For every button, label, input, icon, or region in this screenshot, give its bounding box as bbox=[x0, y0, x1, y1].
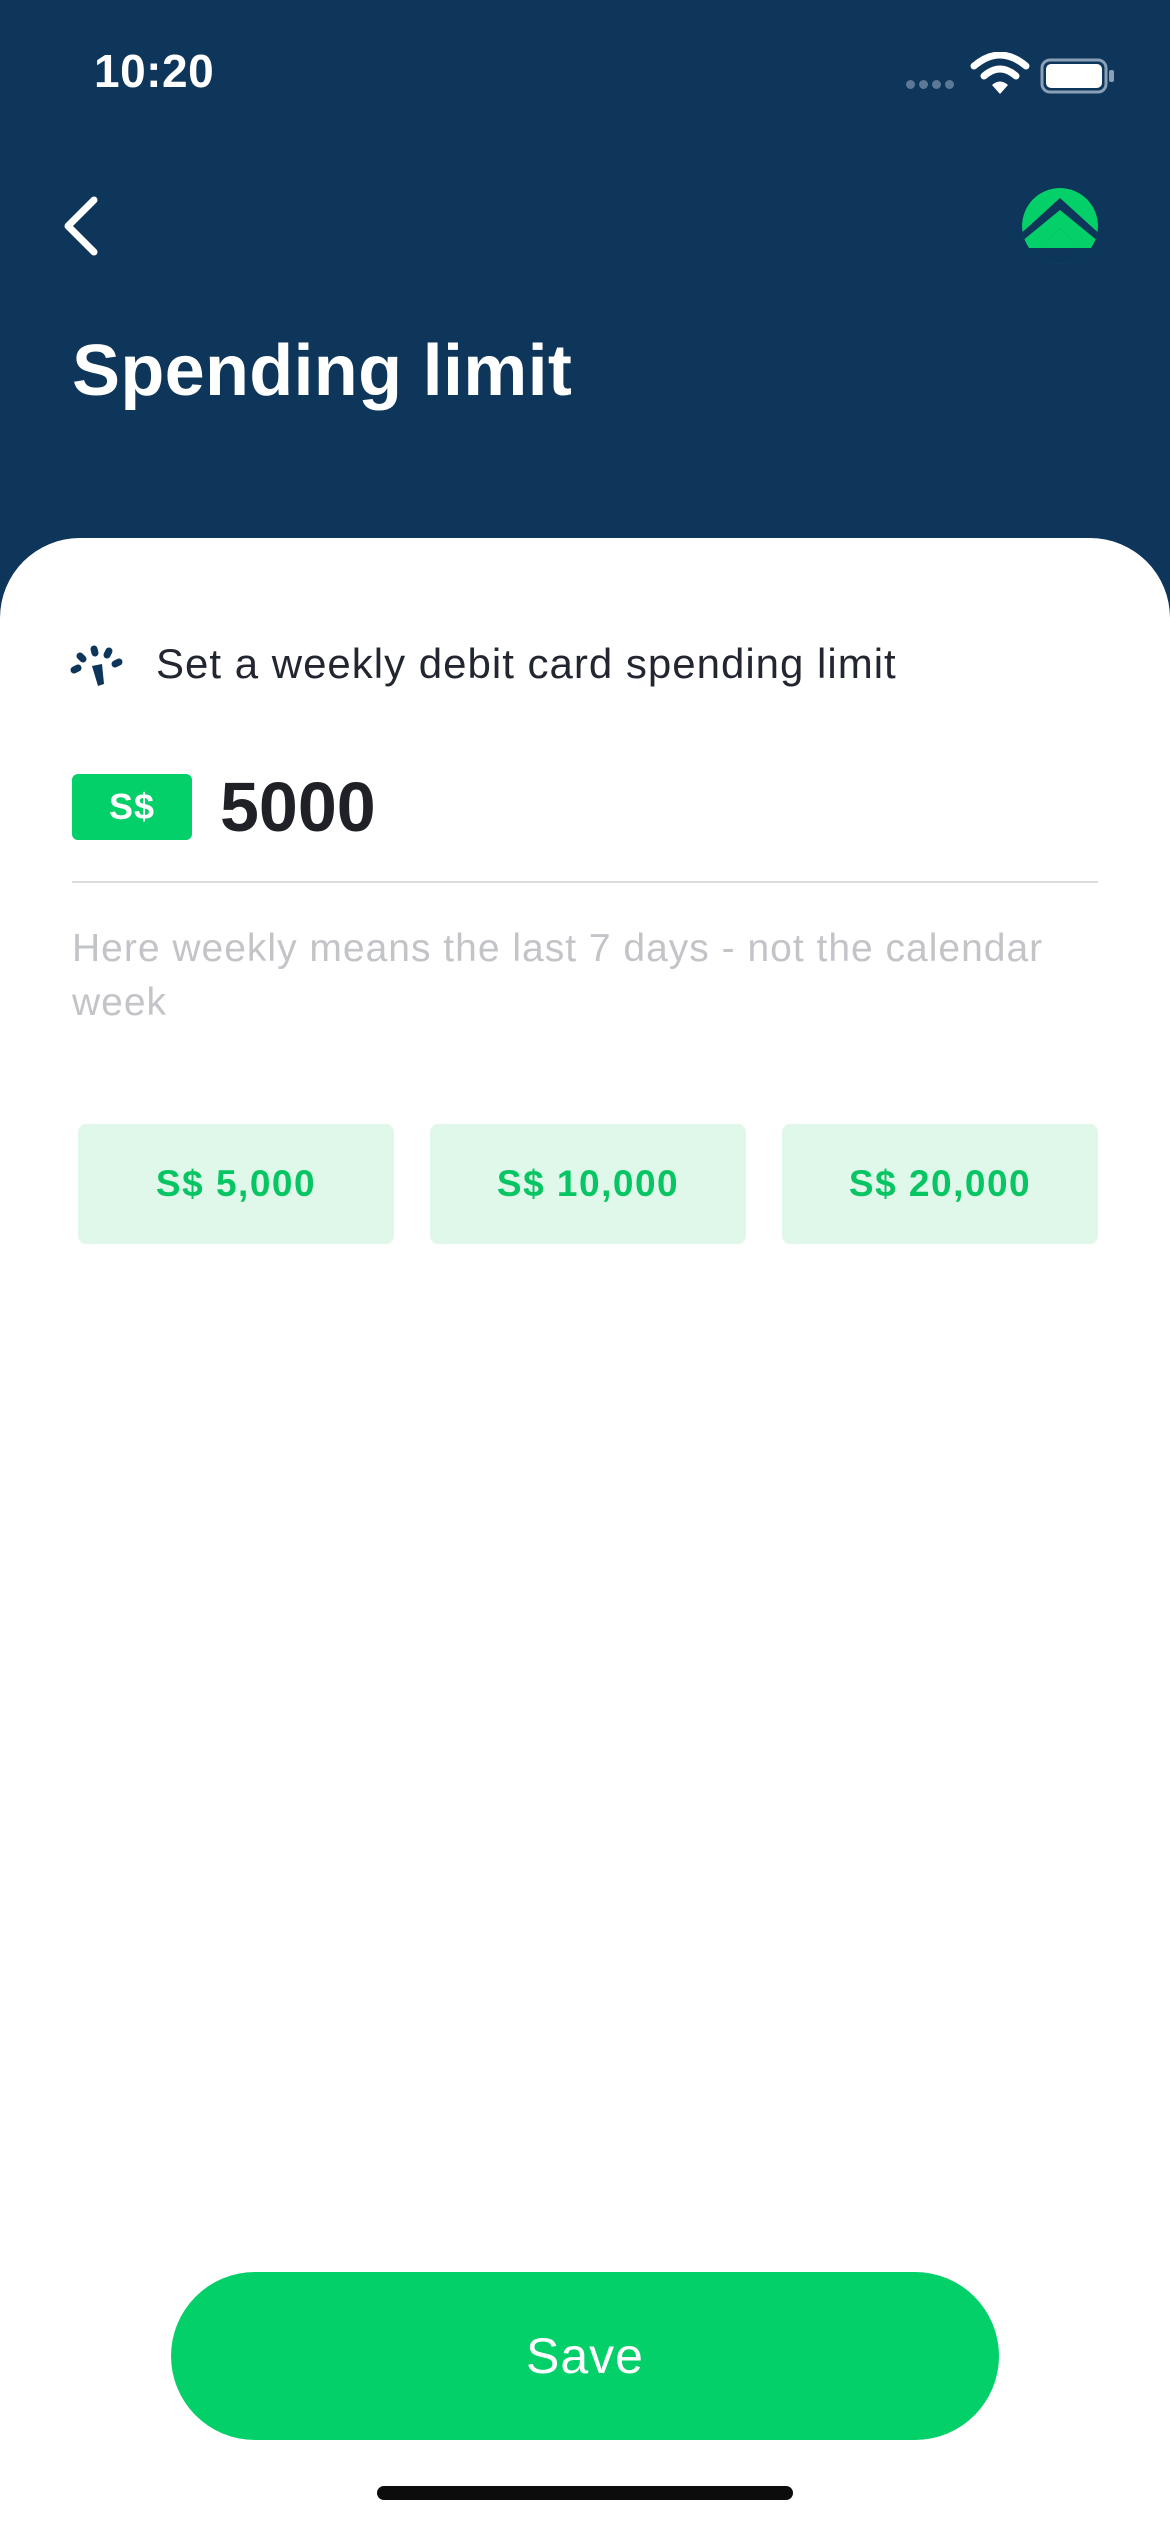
preset-10000-button[interactable]: S$ 10,000 bbox=[430, 1124, 746, 1244]
home-indicator bbox=[377, 2486, 793, 2500]
page-title: Spending limit bbox=[72, 331, 573, 411]
currency-badge: S$ bbox=[72, 774, 192, 840]
gauge-icon bbox=[70, 645, 123, 686]
input-divider bbox=[72, 881, 1098, 883]
battery-icon bbox=[1040, 58, 1114, 94]
preset-5000-button[interactable]: S$ 5,000 bbox=[78, 1124, 394, 1244]
wifi-icon bbox=[970, 52, 1030, 94]
chevron-left-icon[interactable] bbox=[54, 190, 110, 262]
signal-dots-icon bbox=[906, 80, 954, 89]
app-logo-icon bbox=[1022, 188, 1098, 264]
limit-section-label: Set a weekly debit card spending limit bbox=[156, 640, 897, 687]
status-time: 10:20 bbox=[94, 45, 215, 97]
preset-20000-button[interactable]: S$ 20,000 bbox=[782, 1124, 1098, 1244]
limit-amount-input[interactable] bbox=[220, 762, 1100, 852]
spending-limit-screen: 10:20 Spending limit Set a weekly debit … bbox=[0, 0, 1170, 2532]
save-button[interactable]: Save bbox=[171, 2272, 999, 2440]
helper-text: Here weekly means the last 7 days - not … bbox=[72, 927, 1044, 1024]
preset-amounts: S$ 5,000 S$ 10,000 S$ 20,000 bbox=[0, 1124, 1170, 1244]
